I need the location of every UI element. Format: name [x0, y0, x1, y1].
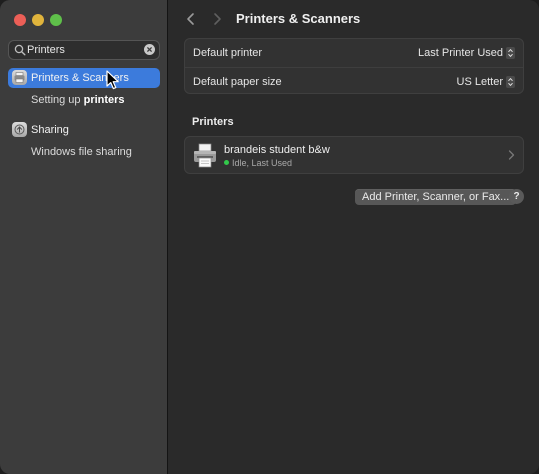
sidebar-item-label: Sharing — [31, 124, 69, 136]
chevron-right-icon — [508, 150, 515, 160]
default-paper-size-row: Default paper size US Letter — [185, 67, 523, 96]
clear-search-icon[interactable] — [144, 44, 155, 55]
default-printer-row: Default printer Last Printer Used — [185, 39, 523, 67]
printer-icon — [12, 70, 27, 85]
subitem-match: printers — [83, 94, 125, 106]
back-chevron-icon[interactable] — [183, 11, 199, 27]
search-input[interactable] — [27, 42, 139, 58]
add-printer-button[interactable]: Add Printer, Scanner, or Fax... — [355, 189, 517, 205]
default-printer-popup[interactable]: Last Printer Used — [418, 47, 503, 59]
sidebar: Printers & Scanners Setting up printers … — [0, 0, 168, 474]
status-dot-icon — [224, 160, 229, 165]
search-field[interactable] — [8, 40, 160, 60]
label-match: Printers — [31, 72, 69, 84]
paper-size-popup[interactable]: US Letter — [457, 76, 503, 88]
close-window-button[interactable] — [14, 14, 26, 26]
printers-section-header: Printers — [192, 116, 234, 128]
minimize-window-button[interactable] — [32, 14, 44, 26]
printer-status-text: Idle, Last Used — [232, 158, 293, 168]
main-content: Printers & Scanners Default printer Last… — [169, 0, 539, 474]
default-paper-size-label: Default paper size — [193, 76, 282, 88]
printer-row[interactable]: brandeis student b&w Idle, Last Used — [184, 136, 524, 174]
sharing-icon — [12, 122, 27, 137]
mouse-pointer-icon — [106, 70, 119, 90]
forward-chevron-icon[interactable] — [209, 11, 225, 27]
printer-name: brandeis student b&w — [224, 144, 330, 156]
subitem-text: Setting up — [31, 94, 84, 106]
search-icon — [14, 44, 26, 56]
sidebar-item-printers-scanners[interactable]: Printers & Scanners — [8, 68, 160, 88]
page-title: Printers & Scanners — [236, 11, 361, 26]
help-button[interactable]: ? — [509, 189, 524, 204]
popup-arrows-icon[interactable] — [506, 76, 515, 88]
sidebar-subitem-windows-file-sharing[interactable]: Windows file sharing — [31, 146, 132, 158]
default-settings-group: Default printer Last Printer Used Defaul… — [184, 38, 524, 94]
sidebar-item-sharing[interactable]: Sharing — [8, 120, 160, 140]
default-printer-label: Default printer — [193, 47, 263, 59]
zoom-window-button[interactable] — [50, 14, 62, 26]
settings-window: Printers & Scanners Setting up printers … — [0, 0, 539, 474]
sidebar-subitem-setting-up-printers[interactable]: Setting up printers — [31, 94, 125, 106]
printer-icon — [194, 143, 216, 168]
printer-status: Idle, Last Used — [224, 158, 292, 168]
popup-arrows-icon[interactable] — [506, 47, 515, 59]
